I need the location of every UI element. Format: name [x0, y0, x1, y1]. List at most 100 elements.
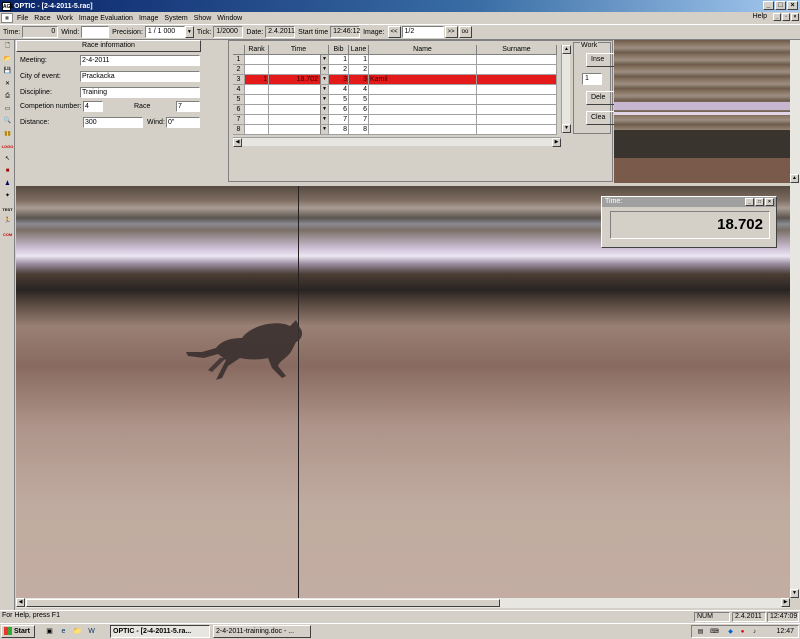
- column-header-bib[interactable]: Bib: [329, 45, 349, 55]
- grid-horizontal-scrollbar[interactable]: ◀ ▶: [233, 137, 561, 147]
- logo-icon[interactable]: LOGO: [1, 141, 14, 152]
- menu-show[interactable]: Show: [191, 15, 215, 22]
- name-cell[interactable]: [369, 115, 477, 125]
- chevron-down-icon[interactable]: ▼: [184, 26, 194, 38]
- image-field[interactable]: 1/2: [401, 26, 444, 38]
- barcode-icon[interactable]: ▮▮: [1, 129, 14, 140]
- mdi-restore-button[interactable]: ▫: [782, 13, 790, 21]
- task-optic[interactable]: OPTIC - [2-4-2011-5.ra...: [110, 625, 210, 638]
- user-icon[interactable]: ♟: [1, 179, 14, 190]
- table-row[interactable]: 3 1 18.702 ▼ 3 3 Kamil: [233, 75, 573, 85]
- scroll-up-icon[interactable]: ▲: [562, 45, 571, 54]
- time-cell[interactable]: ▼: [269, 125, 329, 135]
- race-field[interactable]: 7: [176, 101, 200, 112]
- menu-image-evaluation[interactable]: Image Evaluation: [76, 15, 136, 22]
- column-header-rank[interactable]: Rank: [245, 45, 269, 55]
- next-image-button[interactable]: >>: [444, 26, 458, 38]
- prev-image-button[interactable]: <<: [387, 26, 401, 38]
- name-cell[interactable]: Kamil: [369, 75, 477, 85]
- security-icon[interactable]: ◆: [726, 628, 735, 637]
- menu-image[interactable]: Image: [136, 15, 161, 22]
- time-window-close-button[interactable]: ×: [765, 198, 774, 206]
- table-row[interactable]: 8 ▼ 8 8: [233, 125, 573, 135]
- browser-icon[interactable]: e: [58, 626, 69, 637]
- rank-cell[interactable]: [245, 85, 269, 95]
- bib-cell[interactable]: 4: [329, 85, 349, 95]
- menu-system[interactable]: System: [161, 15, 190, 22]
- name-cell[interactable]: [369, 125, 477, 135]
- maximize-button[interactable]: □: [775, 1, 786, 10]
- lane-cell[interactable]: 3: [349, 75, 369, 85]
- chevron-down-icon[interactable]: ▼: [320, 55, 328, 64]
- surname-cell[interactable]: [477, 75, 557, 85]
- rank-cell[interactable]: [245, 95, 269, 105]
- rank-cell[interactable]: [245, 125, 269, 135]
- delete-icon[interactable]: ✕: [1, 79, 14, 90]
- distance-field[interactable]: 300: [83, 117, 143, 128]
- scroll-left-icon[interactable]: ◀: [16, 598, 25, 607]
- time-cell[interactable]: ▼: [269, 95, 329, 105]
- table-row[interactable]: 4 ▼ 4 4: [233, 85, 573, 95]
- marker-icon[interactable]: ■: [1, 166, 14, 177]
- rank-cell[interactable]: [245, 55, 269, 65]
- save-icon[interactable]: 💾: [1, 66, 14, 77]
- bib-cell[interactable]: 1: [329, 55, 349, 65]
- bib-cell[interactable]: 5: [329, 95, 349, 105]
- name-cell[interactable]: [369, 55, 477, 65]
- delete-button[interactable]: Dele: [586, 91, 616, 105]
- zoom-icon[interactable]: 🔍: [1, 116, 14, 127]
- surname-cell[interactable]: [477, 125, 557, 135]
- time-window[interactable]: Time: _ □ × 18.702: [601, 196, 777, 248]
- lane-cell[interactable]: 4: [349, 85, 369, 95]
- bib-cell[interactable]: 6: [329, 105, 349, 115]
- preview-icon[interactable]: ▭: [1, 104, 14, 115]
- surname-cell[interactable]: [477, 95, 557, 105]
- scroll-down-icon[interactable]: ▼: [562, 124, 571, 133]
- time-cell[interactable]: ▼: [269, 105, 329, 115]
- menu-file[interactable]: File: [14, 15, 31, 22]
- time-field[interactable]: 0: [22, 26, 59, 38]
- bib-cell[interactable]: 7: [329, 115, 349, 125]
- insert-button[interactable]: Inse: [586, 53, 616, 67]
- task-word-document[interactable]: 2-4-2011-training.doc - ...: [213, 625, 311, 638]
- print-icon[interactable]: ⎙: [1, 91, 14, 102]
- bib-cell[interactable]: 2: [329, 65, 349, 75]
- chevron-down-icon[interactable]: ▼: [320, 115, 328, 124]
- menu-help[interactable]: Help: [750, 13, 770, 20]
- discipline-field[interactable]: Training: [80, 87, 200, 98]
- desktop-icon[interactable]: ▣: [44, 626, 55, 637]
- document-icon[interactable]: ▦: [1, 13, 13, 23]
- mdi-minimize-button[interactable]: _: [773, 13, 781, 21]
- minimize-button[interactable]: _: [763, 1, 774, 10]
- photo-finish-image[interactable]: Time: _ □ × 18.702: [16, 186, 790, 598]
- clear-button[interactable]: Clea: [586, 111, 616, 125]
- open-icon[interactable]: 📂: [1, 54, 14, 65]
- new-icon[interactable]: 🗋: [1, 41, 14, 52]
- time-window-maximize-button[interactable]: □: [755, 198, 764, 206]
- time-cell[interactable]: ▼: [269, 65, 329, 75]
- grid-vertical-scrollbar[interactable]: ▲ ▼: [561, 45, 571, 133]
- scroll-down-icon[interactable]: ▼: [790, 589, 799, 598]
- bib-cell[interactable]: 8: [329, 125, 349, 135]
- scroll-thumb[interactable]: [26, 599, 500, 607]
- menu-work[interactable]: Work: [54, 15, 76, 22]
- lane-cell[interactable]: 6: [349, 105, 369, 115]
- time-cell[interactable]: ▼: [269, 85, 329, 95]
- precision-select[interactable]: 1 / 1 000 ▼: [144, 26, 194, 38]
- chevron-down-icon[interactable]: ▼: [320, 105, 328, 114]
- chevron-down-icon[interactable]: ▼: [320, 95, 328, 104]
- finish-line-cursor[interactable]: [298, 186, 299, 598]
- name-cell[interactable]: [369, 65, 477, 75]
- table-row[interactable]: 6 ▼ 6 6: [233, 105, 573, 115]
- scroll-left-icon[interactable]: ◀: [233, 138, 242, 147]
- menu-race[interactable]: Race: [31, 15, 53, 22]
- name-cell[interactable]: [369, 95, 477, 105]
- mdi-close-button[interactable]: ×: [791, 13, 799, 21]
- chevron-down-icon[interactable]: ▼: [320, 75, 328, 84]
- rank-cell[interactable]: [245, 65, 269, 75]
- lane-cell[interactable]: 7: [349, 115, 369, 125]
- image-thumbnail[interactable]: [614, 40, 790, 183]
- surname-cell[interactable]: [477, 115, 557, 125]
- time-cell[interactable]: ▼: [269, 115, 329, 125]
- rank-cell[interactable]: 1: [245, 75, 269, 85]
